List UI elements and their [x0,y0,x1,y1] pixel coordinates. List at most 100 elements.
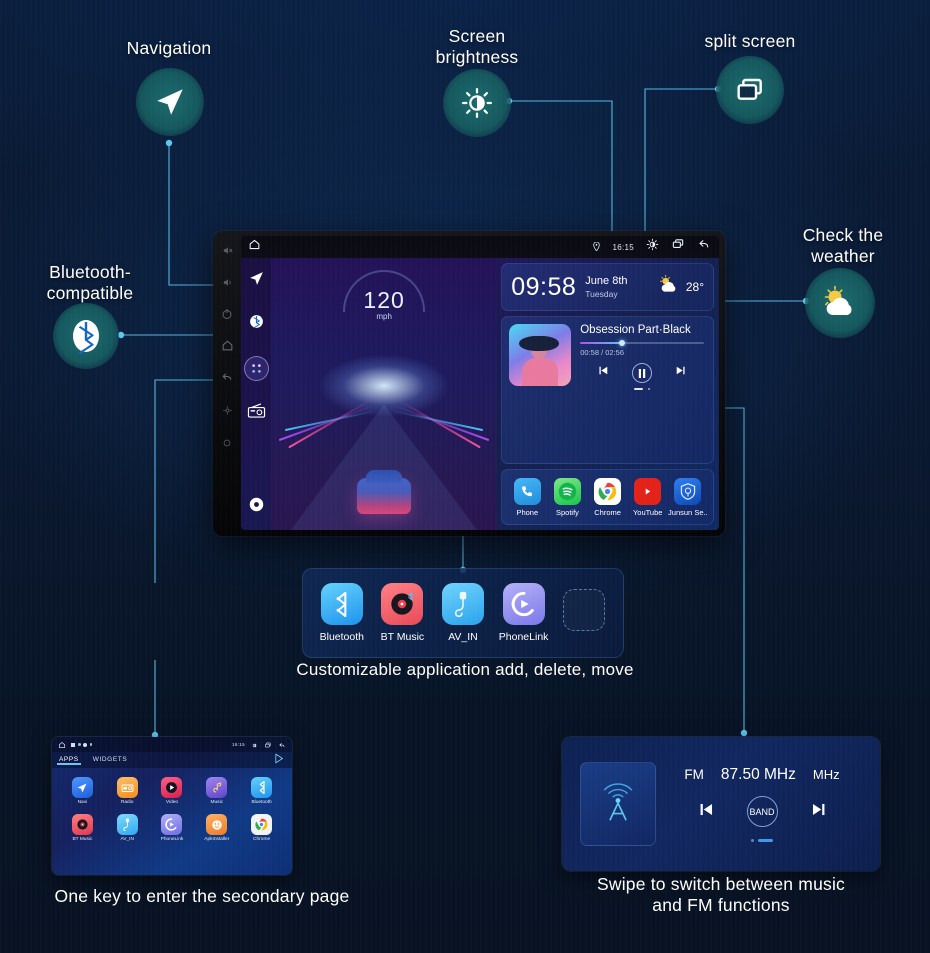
dock-app-phonelink[interactable]: PhoneLink [499,583,548,643]
sidebar-item-apps[interactable] [243,356,269,381]
app-label: Spotify [555,508,579,517]
skip-next-icon[interactable] [674,364,687,382]
secondary-app-phonelink[interactable]: PhoneLink [150,814,195,842]
dock-app-label: Bluetooth [319,631,364,643]
callout-label-weather: Check the weather [802,225,884,266]
callout-badge-screen-brightness[interactable] [443,69,511,137]
driving-speedometer-widget[interactable]: 120 mph [271,258,498,530]
head-unit-sidebar [241,258,271,530]
status-dots [71,742,92,747]
music-player-widget[interactable]: Obsession Part·Black 00:58 / 02:56 [501,316,714,464]
app-shortcut-spotify[interactable]: Spotify [547,478,587,517]
add-slot-icon [563,589,606,631]
app-shortcut-junsun[interactable]: Junsun Se.. [668,478,708,517]
play-store-icon[interactable] [274,751,285,769]
navigation-arrow-icon [153,85,187,119]
callout-label-bluetooth: Bluetooth- compatible [46,262,134,303]
dock-app-av-in[interactable]: AV_IN [438,583,488,643]
band-button[interactable]: BAND [746,796,778,827]
app-shortcut-row: Phone Spotify Chrome YouTube Junsun Se.. [501,469,714,525]
bluetooth-icon [66,316,106,356]
reset-icon[interactable] [222,435,232,453]
tab-apps[interactable]: APPS [57,756,81,765]
head-unit-screen: 16:15 120 mph 09:58 June 8th Tuesday 28°… [241,236,719,530]
volume-icon[interactable] [222,275,233,293]
weather-partly-cloudy-icon [819,283,861,323]
back-arrow-icon[interactable] [697,238,711,256]
fm-unit-label: MHz [812,767,840,782]
callout-badge-weather[interactable] [805,268,875,338]
secondary-app-label: Radio [120,800,134,805]
head-unit-bezel-buttons [213,231,241,536]
secondary-app-navi[interactable]: Navi [60,777,105,805]
secondary-app-music[interactable]: Music [194,777,239,805]
navigation-arrow-icon [71,777,93,798]
progress-bar[interactable] [580,340,704,346]
fm-panel-caption: Swipe to switch between music and FM fun… [597,874,845,915]
skip-previous-icon[interactable] [597,364,610,382]
video-icon [161,777,183,798]
app-label: Phone [516,508,539,517]
secondary-app-av-in[interactable]: AV_IN [105,814,150,842]
settings-icon[interactable] [222,403,233,421]
car-head-unit: 16:15 120 mph 09:58 June 8th Tuesday 28°… [213,231,725,536]
dock-app-bt-music[interactable]: BT Music [378,583,428,643]
sidebar-item-power[interactable] [248,496,265,518]
dock-app-bluetooth[interactable]: Bluetooth [317,583,367,643]
radio-icon [116,777,138,798]
callout-badge-split-screen[interactable] [716,56,784,124]
power-icon[interactable] [221,307,233,325]
fm-page-dots[interactable] [751,839,773,842]
sidebar-item-navigation[interactable] [248,270,265,292]
bluetooth-icon [320,583,363,625]
callout-label-navigation: Navigation [126,38,212,58]
secondary-app-grid: Navi Radio Video Music Bluetooth BT Musi… [52,768,292,851]
app-shortcut-youtube[interactable]: YouTube [628,478,668,517]
home-icon[interactable] [248,238,261,256]
pause-icon[interactable] [632,363,653,383]
status-bar-time: 16:15 [612,242,634,252]
home-icon[interactable] [221,339,234,357]
secondary-app-label: BT Music [72,837,93,842]
fm-radio-panel[interactable]: FM 87.50 MHz MHz BAND [562,737,880,871]
secondary-app-label: PhoneLink [160,837,184,842]
secondary-app-label: Bluetooth [251,800,272,805]
skip-previous-icon[interactable] [697,800,716,824]
secondary-app-bluetooth[interactable]: Bluetooth [239,777,284,805]
secondary-app-video[interactable]: Video [150,777,195,805]
sidebar-item-radio[interactable] [247,402,266,424]
music-note-icon [206,777,228,798]
brightness-icon [461,87,493,119]
app-shortcut-chrome[interactable]: Chrome [588,478,628,517]
mute-icon[interactable] [222,243,233,261]
back-icon[interactable] [221,371,234,389]
skip-next-icon[interactable] [809,800,828,824]
secondary-app-bt-music[interactable]: BT Music [60,814,105,842]
chrome-icon [594,478,622,505]
callout-badge-navigation[interactable] [136,68,204,136]
secondary-app-radio[interactable]: Radio [105,777,150,805]
app-label: Junsun Se.. [668,508,708,517]
dock-caption: Customizable application add, delete, mo… [296,660,634,679]
secondary-app-chrome[interactable]: Chrome [239,814,284,842]
secondary-app-label: Video [165,800,179,805]
secondary-page-preview[interactable]: 16:15 APPS WIDGETS Navi Radio Video Musi… [52,737,292,875]
customizable-app-dock: Bluetooth BT Music AV_IN PhoneLink [302,568,624,658]
tab-widgets[interactable]: WIDGETS [93,756,128,765]
callout-badge-bluetooth[interactable] [53,303,119,369]
app-shortcut-phone[interactable]: Phone [507,478,547,517]
split-screen-icon[interactable] [671,238,685,256]
secondary-status-bar: 16:15 [52,737,292,752]
secondary-status-time: 16:15 [232,742,245,747]
sidebar-item-bluetooth[interactable] [248,313,265,335]
bt-music-icon [71,814,93,835]
clock-time: 09:58 [511,272,577,301]
album-art [509,324,572,386]
secondary-tabs: APPS WIDGETS [52,752,292,768]
clock-weather-widget[interactable]: 09:58 June 8th Tuesday 28° [501,263,714,311]
brightness-icon[interactable] [646,238,659,256]
secondary-app-apkinstaller[interactable]: ApkInstaller [194,814,239,842]
dock-empty-slot[interactable] [559,589,609,637]
widget-page-dots[interactable] [580,388,704,390]
track-time: 00:58 / 02:56 [580,348,625,357]
